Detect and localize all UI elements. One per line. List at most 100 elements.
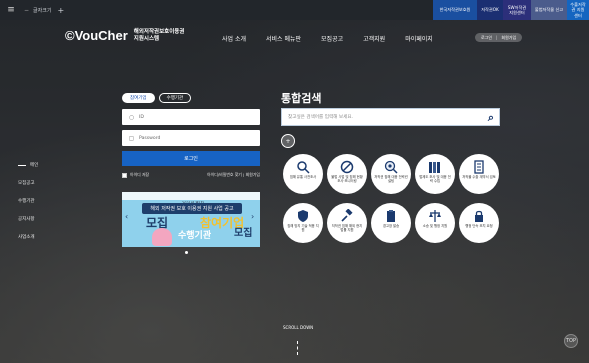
font-size-plus-icon[interactable]: + — [57, 6, 64, 15]
mascot-illustration — [152, 228, 172, 246]
save-id-checkbox[interactable] — [122, 172, 127, 178]
scroll-down-label[interactable]: SCROLL DOWN — [283, 325, 313, 330]
banner-pager-dot[interactable] — [185, 251, 188, 254]
active-indicator — [18, 164, 26, 166]
banner-prev-icon[interactable]: ‹ — [125, 212, 131, 222]
service-item[interactable]: 저작권 침해 해외 현지 법률 지원 — [326, 203, 368, 250]
search-globe-icon — [384, 160, 398, 174]
nav-item-support[interactable]: 고객지원 — [363, 34, 385, 43]
sidebar-item-agencies[interactable]: 수행기관 — [18, 198, 38, 204]
service-circle: 소송 및 행정 지원 — [415, 203, 455, 243]
back-to-top-button[interactable]: TOP — [564, 334, 578, 348]
hamburger-menu-icon[interactable]: ≡ — [4, 3, 18, 17]
banner-word-recruit-2: 모집 — [234, 228, 253, 239]
site-logo[interactable]: ©VouCher 해외저작권보호이용권 지원시스템 — [65, 28, 184, 43]
service-item[interactable]: 소송 및 행정 지원 — [414, 203, 456, 250]
nav-item-recruit[interactable]: 모집공고 — [321, 34, 343, 43]
id-placeholder: ID — [139, 114, 144, 120]
service-item[interactable]: 경고장 발송 — [370, 203, 412, 250]
clipboard-icon — [387, 210, 395, 222]
service-item[interactable]: 저작물 수출 계약서 검토 — [458, 154, 500, 201]
search-placeholder: 찾고싶은 검색어를 입력해 보세요. — [288, 115, 354, 120]
link-sw-center[interactable]: SW저작권지원센터 — [503, 0, 531, 20]
top-utility-bar: ≡ − 글자크기 + 한국저작권보호원 저작권OK SW저작권지원센터 불법저작… — [0, 0, 589, 20]
family-site-links: 한국저작권보호원 저작권OK SW저작권지원센터 불법저작물 신고 수출저작권 … — [433, 0, 589, 20]
search-title: 통합검색 — [281, 92, 322, 105]
gavel-icon — [341, 209, 353, 222]
side-quick-list: 메인 모집공고 수행기관 공지사항 사업소개 — [18, 162, 38, 252]
nav-item-mypage[interactable]: 마이페이지 — [405, 34, 433, 43]
service-label: 행정 단속 조치 요청 — [465, 224, 493, 228]
sidebar-item-notices[interactable]: 공지사항 — [18, 216, 38, 222]
logo-mark: ©VouCher — [65, 28, 128, 43]
service-item[interactable]: 불법 사업 및 침해 현황 조사·모니터링 — [326, 154, 368, 201]
sidebar-item-label: 메인 — [30, 163, 39, 168]
service-circle: 경고장 발송 — [371, 203, 411, 243]
save-id-label: 아이디 저장 — [130, 172, 150, 177]
tab-participant[interactable]: 참여기업 — [122, 93, 155, 103]
nav-item-services[interactable]: 서비스 메뉴판 — [266, 34, 301, 43]
font-size-label: 글자크기 — [33, 7, 52, 14]
password-placeholder: Password — [139, 135, 161, 141]
scales-icon — [429, 210, 441, 222]
sidebar-item-about[interactable]: 사업소개 — [18, 234, 38, 240]
service-circle: 행정 단속 조치 요청 — [459, 203, 499, 243]
service-circle: 저작권 침해 대응 전략컨설팅 — [371, 154, 411, 194]
service-circle: 침해 방지 기술 적용 지원 — [283, 203, 323, 243]
password-field[interactable]: ▢ Password — [122, 130, 260, 146]
sidebar-item-main[interactable]: 메인 — [18, 162, 38, 168]
document-icon — [474, 160, 484, 174]
font-size-minus-icon[interactable]: − — [24, 7, 29, 14]
service-label: 법제도 조사 및 대응 전략 수립 — [419, 175, 451, 183]
service-circle: 법제도 조사 및 대응 전략 수립 — [415, 154, 455, 194]
magnifier-docs-icon — [297, 161, 310, 174]
service-item[interactable]: 저작권 침해 대응 전략컨설팅 — [370, 154, 412, 201]
search-input[interactable]: 찾고싶은 검색어를 입력해 보세요. ⌕ — [281, 108, 500, 126]
logo-subtitle-line2: 지원시스템 — [133, 35, 160, 42]
service-item[interactable]: 법제도 조사 및 대응 전략 수립 — [414, 154, 456, 201]
header-auth-buttons: 로그인 | 회원가입 — [475, 33, 523, 42]
service-label: 저작권 침해 해외 현지 법률 지원 — [331, 224, 363, 232]
login-panel: 참여기업 수행기관 ○ ID ▢ Password 로그인 아이디 저장 아이디… — [122, 93, 260, 178]
logo-subtitle-line1: 해외저작권보호이용권 — [133, 28, 185, 35]
service-circle: 불법 사업 및 침해 현황 조사·모니터링 — [327, 154, 367, 194]
id-field[interactable]: ○ ID — [122, 109, 260, 125]
service-label: 저작물 수출 계약서 검토 — [462, 175, 496, 179]
find-account-links[interactable]: 아이디/비밀번호 찾기 | 회원가입 — [207, 172, 260, 178]
header-login-join: 로그인 | 회원가입 — [475, 33, 523, 42]
service-label: 경고장 발송 — [382, 224, 400, 228]
search-add-button[interactable]: + — [281, 134, 295, 148]
link-copyright-protection[interactable]: 한국저작권보호원 — [433, 0, 477, 20]
nav-item-intro[interactable]: 사업 소개 — [222, 34, 246, 43]
promo-banner[interactable]: 2021년 제1차 해외 저작권 보호 이용권 지원 사업 공고 모집 참여기업… — [122, 192, 260, 247]
no-sign-icon — [340, 160, 354, 174]
sidebar-item-recruit[interactable]: 모집공고 — [18, 180, 38, 186]
service-label: 침해 유통 사전조사 — [289, 175, 317, 179]
service-label: 불법 사업 및 침해 현황 조사·모니터링 — [331, 175, 363, 183]
link-report-illegal[interactable]: 불법저작물 신고 — [531, 0, 567, 20]
banner-next-icon[interactable]: › — [251, 212, 257, 222]
user-icon: ○ — [128, 113, 135, 121]
link-export-center[interactable]: 수출저작권 지원센터 — [567, 0, 589, 20]
service-label: 소송 및 행정 지원 — [422, 224, 448, 228]
service-item[interactable]: 침해 방지 기술 적용 지원 — [282, 203, 324, 250]
header-join-button[interactable]: 회원가입 — [501, 35, 516, 41]
lock-icon: ▢ — [128, 134, 135, 142]
login-button[interactable]: 로그인 — [122, 151, 260, 166]
service-circle: 침해 유통 사전조사 — [283, 154, 323, 194]
service-circle: 저작권 침해 해외 현지 법률 지원 — [327, 203, 367, 243]
header-login-button[interactable]: 로그인 — [481, 35, 492, 41]
service-item[interactable]: 행정 단속 조치 요청 — [458, 203, 500, 250]
link-copyright-ok[interactable]: 저작권OK — [477, 0, 503, 20]
main-nav: 사업 소개 서비스 메뉴판 모집공고 고객지원 마이페이지 — [222, 34, 453, 43]
banner-top-strip — [122, 192, 260, 200]
shield-icon — [298, 210, 308, 222]
banner-headline: 해외 저작권 보호 이용권 지원 사업 공고 — [142, 203, 242, 214]
search-icon[interactable]: ⌕ — [488, 111, 494, 125]
service-circle: 저작물 수출 계약서 검토 — [459, 154, 499, 194]
service-item[interactable]: 침해 유통 사전조사 — [282, 154, 324, 201]
service-label: 저작권 침해 대응 전략컨설팅 — [374, 175, 408, 183]
tab-agency[interactable]: 수행기관 — [158, 93, 192, 103]
lock-doc-icon — [475, 210, 483, 222]
header-divider: | — [496, 35, 498, 40]
